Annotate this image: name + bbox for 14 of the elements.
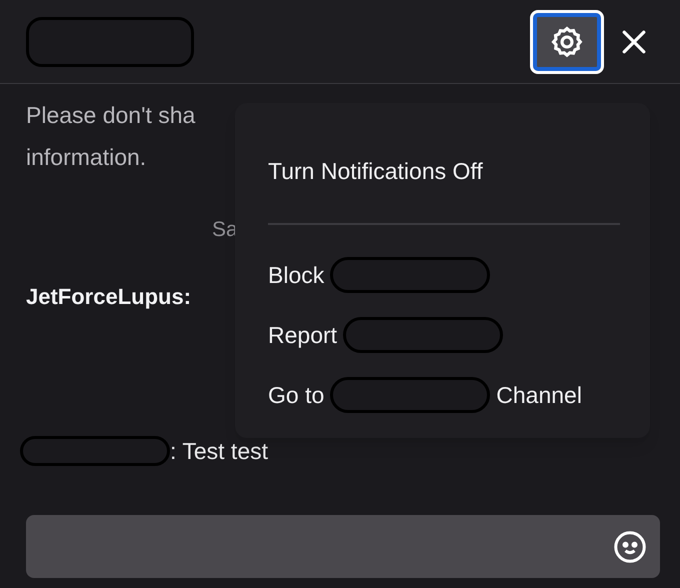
- settings-icon: [550, 24, 584, 58]
- message-input[interactable]: [26, 515, 660, 578]
- emoji-icon[interactable]: [612, 528, 648, 564]
- menu-item-text[interactable]: Block: [268, 258, 324, 292]
- notice-text: Please don't sha: [26, 101, 196, 130]
- menu-item-text[interactable]: Turn Notifications Off: [268, 154, 483, 188]
- notice-text: information.: [26, 143, 146, 172]
- menu-item-text[interactable]: Channel: [496, 378, 582, 412]
- menu-item-text[interactable]: Report: [268, 318, 338, 352]
- settings-button[interactable]: [530, 10, 604, 74]
- message-text: : Test test: [170, 437, 268, 466]
- username-text: JetForceLupus:: [26, 283, 192, 311]
- menu-item-text[interactable]: Go to: [268, 378, 324, 412]
- close-icon: [621, 28, 647, 54]
